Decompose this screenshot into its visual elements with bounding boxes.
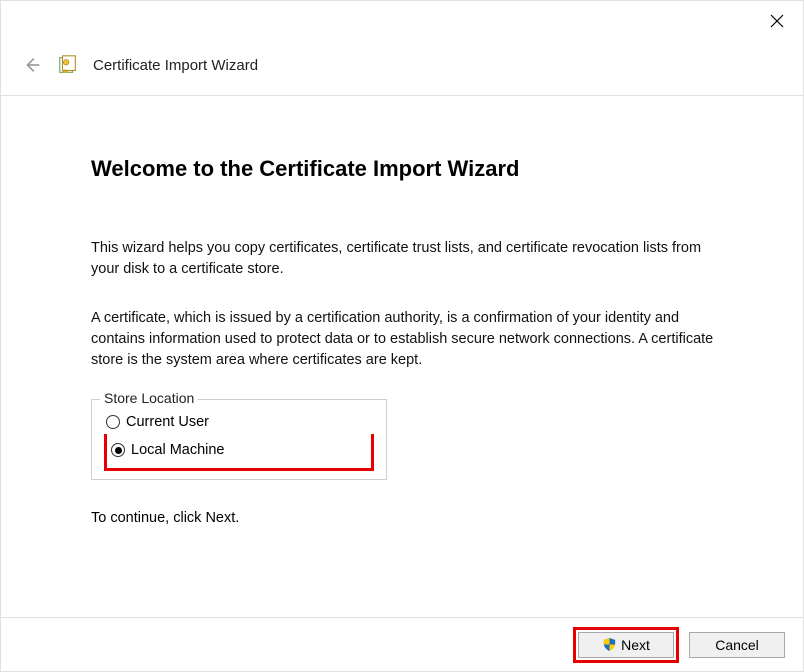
shield-icon [602,637,617,652]
group-legend: Store Location [100,390,198,406]
store-location-group: Store Location Current User Local Machin… [91,399,387,480]
footer-bar: Next Cancel [1,617,803,671]
page-heading: Welcome to the Certificate Import Wizard [91,156,723,182]
explain-text: A certificate, which is issued by a cert… [91,308,723,371]
cancel-button[interactable]: Cancel [689,632,785,658]
radio-icon [111,443,125,457]
close-button[interactable] [767,11,787,31]
highlight-local-machine: Local Machine [104,434,374,471]
intro-text: This wizard helps you copy certificates,… [91,238,723,280]
continue-text: To continue, click Next. [91,510,723,526]
cancel-button-label: Cancel [715,637,759,653]
certificate-icon [57,54,79,76]
radio-selected-icon [115,447,122,454]
arrow-left-icon [21,54,43,76]
radio-label-current-user: Current User [126,414,209,430]
radio-local-machine[interactable]: Local Machine [109,436,369,464]
highlight-next-button: Next [573,627,679,663]
close-icon [770,14,784,28]
next-button[interactable]: Next [578,632,674,658]
wizard-title: Certificate Import Wizard [93,57,258,74]
radio-current-user[interactable]: Current User [104,408,374,436]
radio-label-local-machine: Local Machine [131,442,225,458]
next-button-label: Next [621,637,650,653]
back-button[interactable] [21,54,43,76]
radio-icon [106,415,120,429]
